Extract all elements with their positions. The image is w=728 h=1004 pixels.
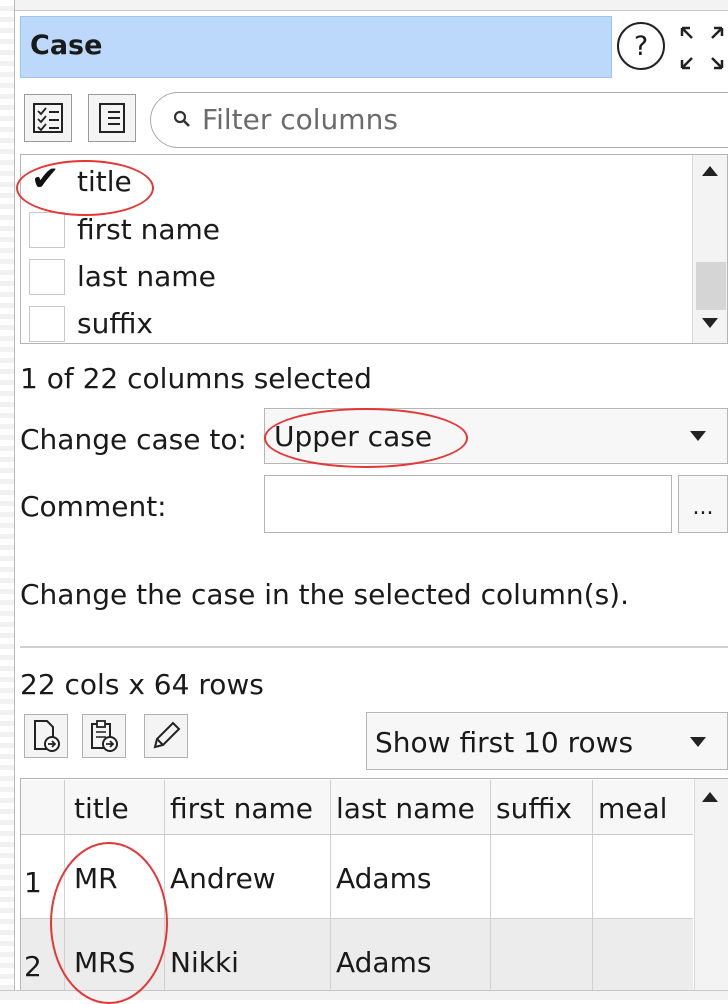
window-left-edge: [0, 0, 15, 999]
window-top-edge: [0, 0, 728, 11]
column-checkbox[interactable]: [29, 212, 65, 248]
table-cell[interactable]: MR: [74, 862, 118, 895]
help-icon: ?: [633, 30, 649, 62]
table-scrollbar[interactable]: [694, 779, 728, 999]
table-cell[interactable]: Nikki: [170, 946, 239, 979]
checkmark-icon[interactable]: ✔: [31, 159, 60, 199]
column-checkbox[interactable]: [29, 259, 65, 295]
expand-button[interactable]: [676, 20, 728, 76]
table-cell[interactable]: Adams: [336, 862, 431, 895]
change-case-label: Change case to:: [20, 423, 247, 456]
column-item-first-name[interactable]: first name: [21, 207, 691, 253]
panel-title-bar[interactable]: [20, 16, 612, 78]
list-icon: [99, 103, 125, 133]
column-header-first-name[interactable]: first name: [170, 792, 313, 825]
panel-title: Case: [30, 30, 103, 61]
filter-placeholder: Filter columns: [202, 103, 398, 136]
data-info: 22 cols x 64 rows: [20, 668, 264, 701]
edit-button[interactable]: [144, 714, 188, 758]
column-item-label: title: [77, 165, 132, 198]
comment-input[interactable]: [264, 475, 672, 533]
column-checkbox[interactable]: [29, 306, 65, 342]
grid-line: [164, 780, 165, 999]
column-list[interactable]: ✔ title first name last name suffix: [20, 154, 728, 344]
column-item-label: suffix: [77, 307, 153, 340]
table-cell[interactable]: Adams: [336, 946, 431, 979]
grid-line: [490, 780, 491, 999]
chevron-down-icon[interactable]: [690, 431, 706, 441]
table-cell[interactable]: MRS: [74, 946, 135, 979]
column-item-last-name[interactable]: last name: [21, 254, 691, 300]
column-item-suffix[interactable]: suffix: [21, 301, 691, 343]
selection-status: 1 of 22 columns selected: [20, 362, 372, 395]
select-all-button[interactable]: [24, 94, 72, 142]
grid-line: [64, 780, 65, 999]
help-button[interactable]: ?: [617, 22, 665, 70]
document-export-icon: [34, 720, 60, 752]
scroll-up-icon[interactable]: [702, 166, 718, 176]
rows-dropdown-value: Show first 10 rows: [375, 726, 634, 759]
table-cell[interactable]: Andrew: [170, 862, 276, 895]
row-number: 1: [24, 866, 42, 899]
column-header-title[interactable]: title: [74, 792, 129, 825]
export-button[interactable]: [24, 714, 68, 758]
column-item-label: last name: [77, 260, 216, 293]
row-number: 2: [24, 950, 42, 983]
comment-label: Comment:: [20, 490, 167, 523]
comment-ellipsis-button[interactable]: ...: [678, 475, 728, 533]
grid-line: [330, 780, 331, 999]
column-list-scrollbar[interactable]: [692, 155, 727, 343]
column-item-title[interactable]: ✔ title: [21, 159, 691, 205]
grid-line: [592, 780, 593, 999]
column-header-suffix[interactable]: suffix: [496, 792, 572, 825]
expand-icon: [680, 26, 724, 70]
clipboard-icon: [91, 720, 118, 752]
scroll-down-icon[interactable]: [702, 318, 718, 328]
column-list-scroll-thumb[interactable]: [696, 262, 726, 310]
column-header-last-name[interactable]: last name: [336, 792, 475, 825]
checklist-icon: [33, 103, 63, 133]
column-header-meal[interactable]: meal: [598, 792, 667, 825]
section-divider: [20, 646, 728, 648]
deselect-all-button[interactable]: [88, 94, 136, 142]
change-case-value: Upper case: [274, 420, 433, 453]
column-item-label: first name: [77, 213, 221, 246]
chevron-down-icon[interactable]: [690, 737, 706, 747]
scroll-up-icon[interactable]: [702, 792, 718, 802]
copy-button[interactable]: [82, 714, 126, 758]
pencil-icon: [153, 721, 181, 749]
search-icon: [173, 110, 190, 127]
description-text: Change the case in the selected column(s…: [20, 578, 629, 611]
